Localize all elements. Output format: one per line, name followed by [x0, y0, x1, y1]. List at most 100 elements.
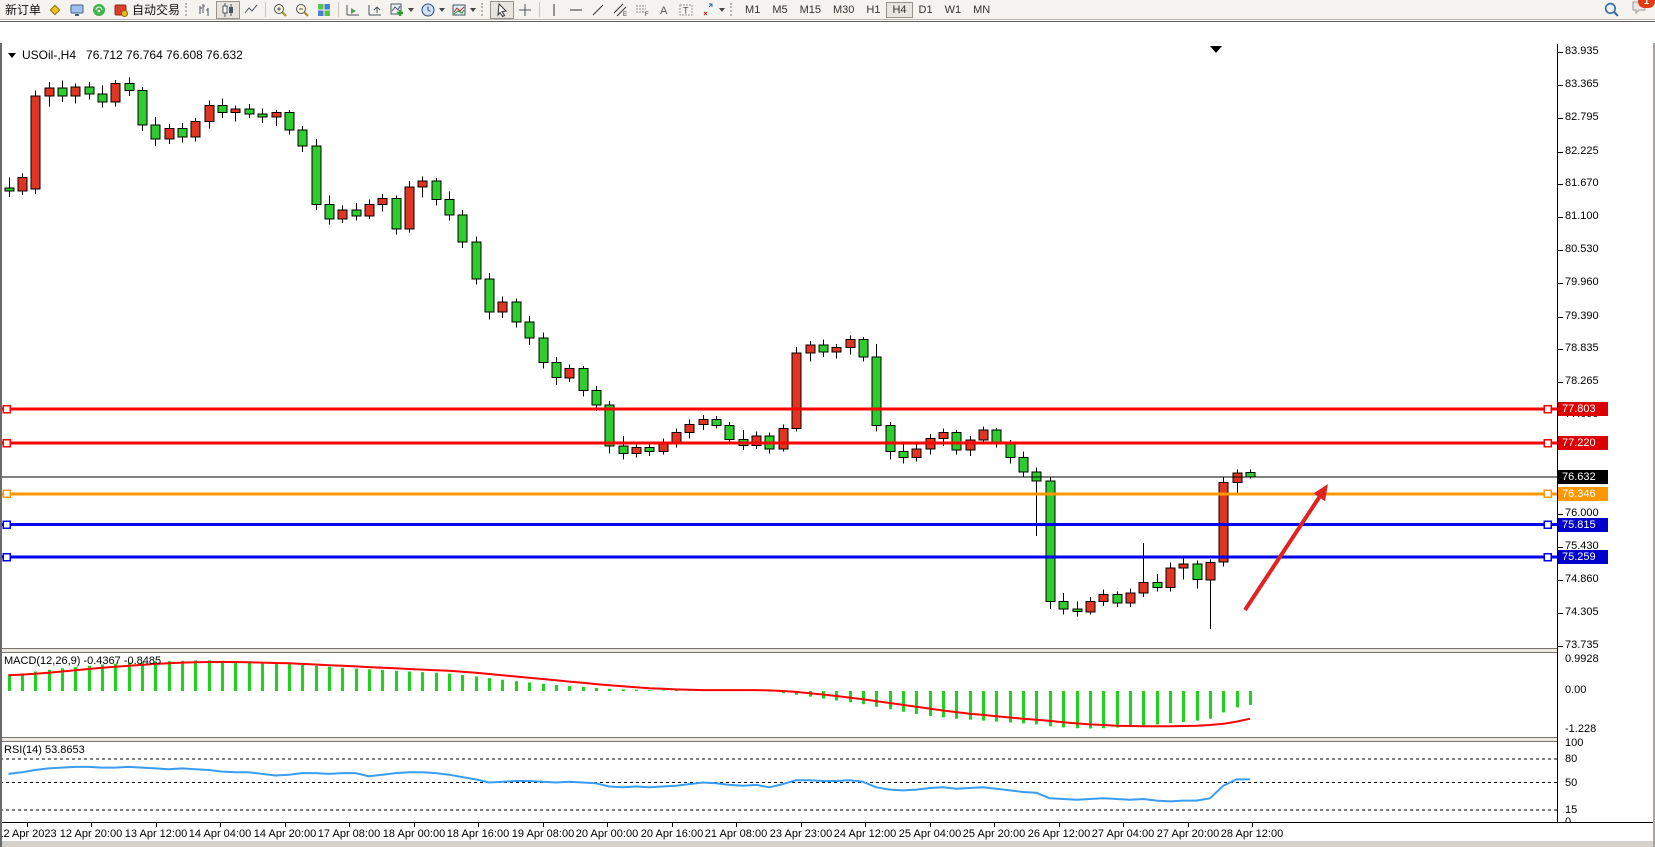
chart-window: USOil-,H4 76.712 76.764 76.608 76.632 MA… — [0, 21, 1655, 825]
time-tick-mark — [349, 823, 350, 827]
candlestick-chart-button[interactable] — [216, 1, 240, 19]
macd-axis-label: 0.00 — [1565, 684, 1586, 696]
trendline-button[interactable] — [587, 1, 609, 19]
tf-button-mn[interactable]: MN — [967, 2, 996, 18]
zoom-out-button[interactable] — [291, 1, 313, 19]
macd-plot — [0, 653, 1557, 737]
time-tick-mark — [543, 823, 544, 827]
tf-button-m1[interactable]: M1 — [739, 2, 766, 18]
search-icon[interactable] — [1600, 1, 1623, 19]
toolbar: 新订单 自动交易 E F A T M1 M5 M15 M30 H1 H4 D1 … — [0, 0, 1655, 20]
chart-shift-marker-icon[interactable] — [1210, 46, 1222, 53]
main-price-pane[interactable]: USOil-,H4 76.712 76.764 76.608 76.632 — [0, 44, 1557, 648]
horizontal-line-button[interactable] — [565, 1, 587, 19]
current-price-badge: 76.632 — [1558, 470, 1608, 484]
equidistant-channel-button[interactable]: E — [609, 1, 631, 19]
periods-button[interactable] — [417, 1, 448, 19]
macd-label: MACD(12,26,9) -0.4367 -0.8485 — [4, 655, 161, 667]
vertical-line-button[interactable] — [543, 1, 565, 19]
price-tick-label: 79.390 — [1565, 310, 1599, 322]
rsi-line — [9, 767, 1251, 802]
trend-arrow — [1245, 492, 1323, 610]
rsi-axis-label: 100 — [1565, 737, 1583, 749]
templates-button[interactable] — [448, 1, 479, 19]
time-tick-label: 23 Apr 23:00 — [770, 828, 832, 840]
rsi-pane[interactable]: RSI(14) 53.8653 — [0, 742, 1557, 822]
time-tick-label: 13 Apr 12:00 — [125, 828, 187, 840]
price-tick-mark — [1558, 547, 1563, 548]
price-tick-mark — [1558, 250, 1563, 251]
price-tick-label: 73.735 — [1565, 639, 1599, 651]
price-tick-mark — [1558, 349, 1563, 350]
svg-text:E: E — [623, 12, 627, 18]
new-order-button[interactable]: 新订单 — [2, 1, 44, 19]
ohlc-quote-label: 76.712 76.764 76.608 76.632 — [86, 48, 243, 62]
price-tick-mark — [1558, 52, 1563, 53]
zoom-in-button[interactable] — [269, 1, 291, 19]
cursor-button[interactable] — [490, 1, 514, 19]
price-tick-mark — [1558, 514, 1563, 515]
macd-axis-label: -1.228 — [1565, 723, 1596, 735]
text-button[interactable]: A — [653, 1, 675, 19]
chart-shift-button[interactable] — [364, 1, 386, 19]
time-tick-label: 20 Apr 00:00 — [576, 828, 638, 840]
tile-windows-button[interactable] — [313, 1, 335, 19]
auto-scroll-button[interactable] — [342, 1, 364, 19]
tf-button-w1[interactable]: W1 — [939, 2, 968, 18]
price-line-badge: 75.815 — [1558, 518, 1608, 532]
time-tick-label: 17 Apr 08:00 — [318, 828, 380, 840]
time-tick-mark — [1059, 823, 1060, 827]
price-line-badge: 76.346 — [1558, 487, 1608, 501]
chevron-down-icon — [439, 8, 445, 12]
arrows-button[interactable] — [697, 1, 728, 19]
toolbar-grip — [185, 3, 190, 16]
time-tick-label: 12 Apr 2023 — [0, 828, 57, 840]
chevron-down-icon — [470, 8, 476, 12]
time-tick-mark — [1252, 823, 1253, 827]
price-tick-label: 74.305 — [1565, 606, 1599, 618]
line-chart-button[interactable] — [240, 1, 262, 19]
tf-button-m5[interactable]: M5 — [766, 2, 793, 18]
signal-icon[interactable] — [88, 1, 110, 19]
time-tick-mark — [27, 823, 28, 827]
tf-button-h1[interactable]: H1 — [860, 2, 886, 18]
time-tick-label: 25 Apr 20:00 — [963, 828, 1025, 840]
price-tick-label: 82.795 — [1565, 111, 1599, 123]
tf-button-m30[interactable]: M30 — [827, 2, 860, 18]
price-tick-mark — [1558, 317, 1563, 318]
svg-text:T: T — [683, 5, 689, 15]
time-tick-mark — [865, 823, 866, 827]
time-tick-mark — [156, 823, 157, 827]
rsi-label: RSI(14) 53.8653 — [4, 744, 85, 756]
toolbar-grip — [481, 3, 486, 16]
fibonacci-button[interactable]: F — [631, 1, 653, 19]
price-tick-label: 83.365 — [1565, 78, 1599, 90]
indicators-button[interactable] — [386, 1, 417, 19]
one-click-trading-arrow-icon[interactable] — [8, 53, 16, 58]
macd-histogram — [10, 660, 1251, 728]
tf-button-m15[interactable]: M15 — [794, 2, 827, 18]
price-tick-label: 78.265 — [1565, 375, 1599, 387]
symbol-period-label: USOil-,H4 — [22, 48, 76, 62]
price-axis[interactable]: 83.93583.36582.79582.22581.67081.10080.5… — [1558, 44, 1655, 822]
price-tick-label: 78.835 — [1565, 342, 1599, 354]
time-tick-label: 25 Apr 04:00 — [899, 828, 961, 840]
price-tick-mark — [1558, 613, 1563, 614]
auto-trading-button[interactable]: 自动交易 — [110, 1, 183, 19]
price-tick-label: 82.225 — [1565, 145, 1599, 157]
macd-pane[interactable]: MACD(12,26,9) -0.4367 -0.8485 — [0, 653, 1557, 737]
rsi-plot — [0, 742, 1557, 822]
deposit-icon[interactable] — [44, 1, 66, 19]
text-label-button[interactable]: T — [675, 1, 697, 19]
chevron-down-icon — [719, 8, 725, 12]
terminal-icon[interactable] — [66, 1, 88, 19]
tf-button-d1[interactable]: D1 — [913, 2, 939, 18]
crosshair-button[interactable] — [514, 1, 536, 19]
time-tick-mark — [1123, 823, 1124, 827]
notifications-button[interactable]: 1 — [1631, 0, 1649, 20]
svg-text:F: F — [645, 12, 649, 18]
tf-button-h4[interactable]: H4 — [886, 2, 912, 18]
toolbar-grip — [730, 3, 735, 16]
notification-badge: 1 — [1638, 0, 1655, 8]
bar-chart-button[interactable] — [194, 1, 216, 19]
